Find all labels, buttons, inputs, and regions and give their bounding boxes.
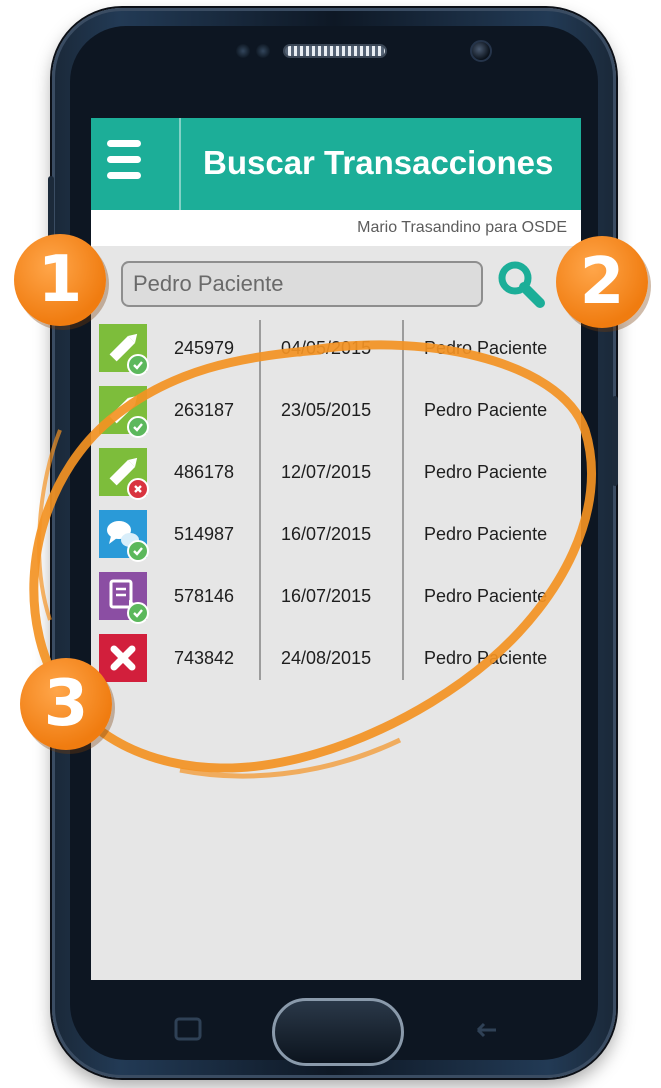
home-button[interactable] xyxy=(272,998,404,1066)
callout-number: 2 xyxy=(579,245,625,319)
table-row[interactable]: 263187 23/05/2015 Pedro Paciente xyxy=(91,382,581,444)
table-row[interactable]: 486178 12/07/2015 Pedro Paciente xyxy=(91,444,581,506)
user-strip: Mario Trasandino para OSDE xyxy=(91,210,581,246)
patient-name: Pedro Paciente xyxy=(424,462,548,482)
table-row[interactable]: 245979 04/05/2015 Pedro Paciente xyxy=(91,320,581,382)
app-bar: Buscar Transacciones xyxy=(91,118,581,210)
transaction-date: 12/07/2015 xyxy=(281,462,372,482)
search-button[interactable] xyxy=(495,258,549,312)
transaction-id: 514987 xyxy=(174,524,235,544)
transaction-id: 743842 xyxy=(174,648,235,668)
transaction-type-icon xyxy=(99,572,149,624)
transaction-type-icon xyxy=(99,324,149,376)
transaction-type-icon xyxy=(99,448,149,500)
approved-check-icon xyxy=(127,602,149,624)
earpiece-speaker xyxy=(283,44,387,58)
callout-number: 3 xyxy=(43,667,89,741)
page-title: Buscar Transacciones xyxy=(203,144,554,181)
rejected-x-icon xyxy=(127,478,149,500)
transaction-date: 16/07/2015 xyxy=(281,586,372,606)
back-icon[interactable] xyxy=(470,1014,504,1050)
transaction-date: 23/05/2015 xyxy=(281,400,372,420)
callout-badge-1: 1 xyxy=(14,234,106,326)
callout-badge-3: 3 xyxy=(20,658,112,750)
patient-name: Pedro Paciente xyxy=(424,648,548,668)
transaction-date: 24/08/2015 xyxy=(281,648,372,668)
patient-name: Pedro Paciente xyxy=(424,586,548,606)
table-row[interactable]: 578146 16/07/2015 Pedro Paciente xyxy=(91,568,581,630)
patient-name: Pedro Paciente xyxy=(424,338,548,358)
transaction-date: 16/07/2015 xyxy=(281,524,372,544)
transaction-id: 578146 xyxy=(174,586,235,606)
front-camera xyxy=(470,40,492,62)
transaction-id: 245979 xyxy=(174,338,235,358)
app-screen: Buscar Transacciones Mario Trasandino pa… xyxy=(91,118,581,980)
callout-badge-2: 2 xyxy=(556,236,648,328)
light-sensor xyxy=(256,44,270,58)
power-button xyxy=(612,396,618,486)
search-input[interactable] xyxy=(121,261,483,307)
approved-check-icon xyxy=(127,416,149,438)
table-row[interactable]: 514987 16/07/2015 Pedro Paciente xyxy=(91,506,581,568)
transaction-date: 04/05/2015 xyxy=(281,338,372,358)
hamburger-menu-icon[interactable] xyxy=(91,118,179,210)
proximity-sensor xyxy=(236,44,250,58)
user-label: Mario Trasandino para OSDE xyxy=(357,219,567,236)
table-row[interactable]: 743842 24/08/2015 Pedro Paciente xyxy=(91,630,581,692)
patient-name: Pedro Paciente xyxy=(424,400,548,420)
callout-number: 1 xyxy=(37,243,83,317)
approved-check-icon xyxy=(127,540,149,562)
patient-name: Pedro Paciente xyxy=(424,524,548,544)
transaction-type-icon xyxy=(99,510,149,562)
magnifier-icon xyxy=(498,261,545,308)
transaction-id: 263187 xyxy=(174,400,235,420)
app-bar-divider xyxy=(179,118,181,210)
transaction-id: 486178 xyxy=(174,462,235,482)
recent-apps-icon[interactable] xyxy=(172,1014,206,1050)
transaction-type-icon xyxy=(99,386,149,438)
approved-check-icon xyxy=(127,354,149,376)
